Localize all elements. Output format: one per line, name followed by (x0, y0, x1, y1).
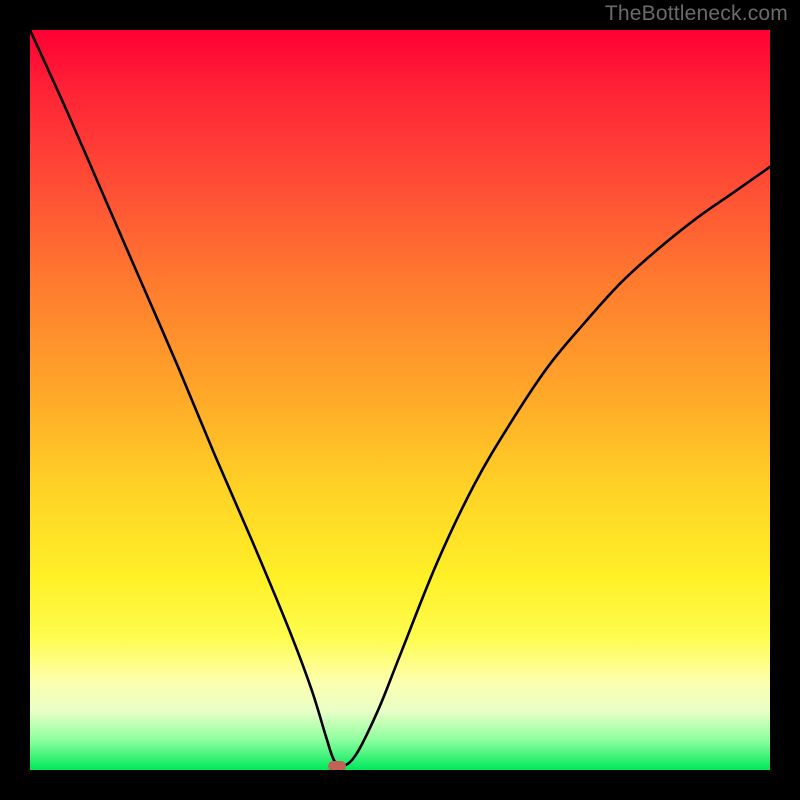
optimal-marker (328, 761, 346, 770)
chart-outer: TheBottleneck.com (0, 0, 800, 800)
plot-area (30, 30, 770, 770)
watermark-text: TheBottleneck.com (605, 2, 788, 26)
bottleneck-curve (30, 30, 770, 770)
